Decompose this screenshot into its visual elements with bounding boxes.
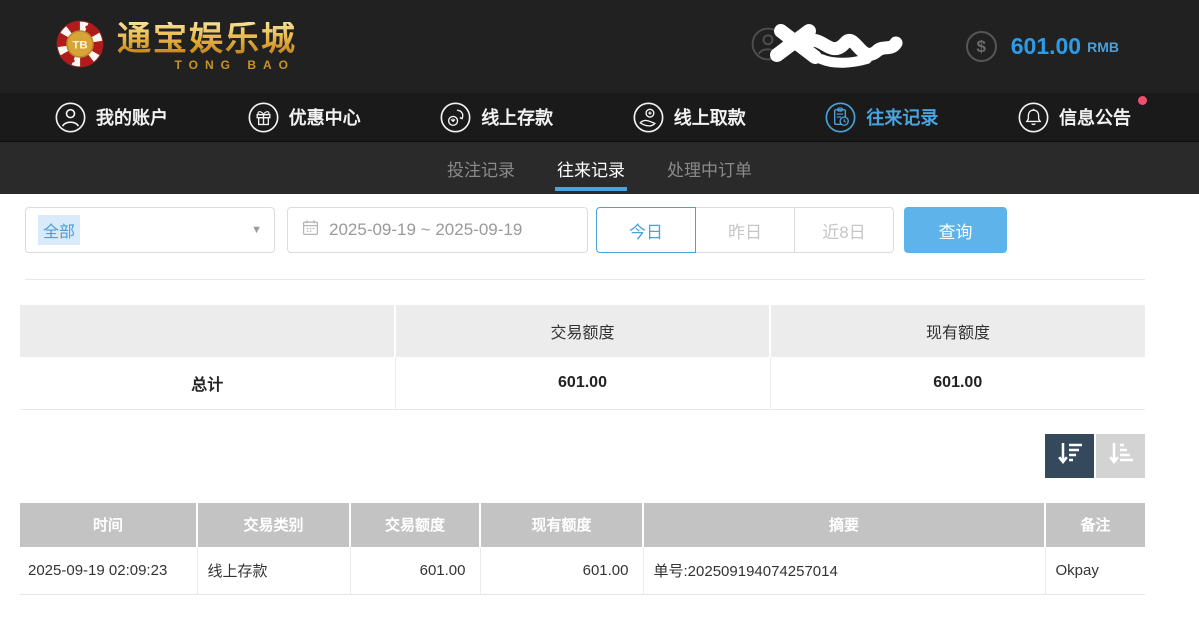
sort-controls	[0, 434, 1145, 478]
withdraw-icon	[633, 102, 664, 133]
nav-item-my-account[interactable]: 我的账户	[55, 102, 168, 133]
nav-item-withdraw[interactable]: 线上取款	[633, 102, 746, 133]
balance-amount[interactable]: 601.00	[1011, 33, 1081, 60]
nav-label: 优惠中心	[289, 104, 361, 130]
poker-chip-icon: TB	[55, 19, 105, 74]
main-nav: 我的账户 优惠中心 线上存款	[0, 93, 1199, 142]
record-time: 2025-09-19 02:09:23	[20, 547, 197, 595]
section-divider	[25, 279, 1145, 280]
notification-dot	[1138, 96, 1147, 105]
sort-descending-icon	[1055, 438, 1085, 473]
records-header-type: 交易类别	[197, 503, 350, 547]
table-row: 2025-09-19 02:09:23 线上存款 601.00 601.00 单…	[20, 547, 1145, 595]
date-range-input[interactable]: 2025-09-19 ~ 2025-09-19	[287, 207, 588, 253]
dollar-icon: $	[966, 31, 997, 62]
gift-icon	[248, 102, 279, 133]
calendar-icon	[302, 219, 319, 241]
search-button[interactable]: 查询	[904, 207, 1007, 253]
records-table: 时间 交易类别 交易额度 现有额度 摘要 备注 2025-09-19 02:09…	[20, 503, 1145, 596]
summary-header-current-amount: 现有额度	[770, 305, 1145, 357]
bell-icon	[1018, 102, 1049, 133]
records-header-remark: 备注	[1045, 503, 1145, 547]
records-header-current-amount: 现有额度	[480, 503, 643, 547]
select-value: 全部	[38, 215, 80, 245]
nav-label: 信息公告	[1059, 104, 1131, 130]
records-header-transaction-amount: 交易额度	[350, 503, 480, 547]
top-header: TB 通宝娱乐城 TONG BAO	[0, 0, 1199, 93]
records-header-time: 时间	[20, 503, 197, 547]
deposit-icon	[440, 102, 471, 133]
svg-text:TB: TB	[72, 40, 87, 52]
summary-transaction-amount: 601.00	[395, 357, 770, 409]
nav-label: 线上存款	[481, 104, 553, 130]
range-today-button[interactable]: 今日	[596, 207, 696, 253]
quick-range-group: 今日 昨日 近8日	[596, 207, 894, 253]
nav-item-deposit[interactable]: 线上存款	[440, 102, 553, 133]
summary-header-transaction-amount: 交易额度	[395, 305, 770, 357]
records-icon	[825, 102, 856, 133]
filter-row: 全部 ▼ 2025-09-19 ~ 2025-09-19 今日 昨日 近8日 查…	[25, 207, 1199, 253]
site-logo[interactable]: TB 通宝娱乐城 TONG BAO	[55, 19, 297, 74]
balance-currency: RMB	[1087, 39, 1119, 55]
tab-transaction-records[interactable]: 往来记录	[557, 142, 625, 194]
tab-betting-records[interactable]: 投注记录	[447, 142, 515, 194]
sub-tabs: 投注记录 往来记录 处理中订单	[0, 142, 1199, 194]
nav-item-announcements[interactable]: 信息公告	[1018, 102, 1131, 133]
summary-table: 交易额度 现有额度 总计 601.00 601.00	[20, 305, 1145, 410]
nav-item-promotions[interactable]: 优惠中心	[248, 102, 361, 133]
tab-pending-orders[interactable]: 处理中订单	[667, 142, 752, 194]
record-transaction-amount: 601.00	[350, 547, 480, 595]
logo-subtitle: TONG BAO	[117, 59, 297, 71]
summary-current-amount: 601.00	[770, 357, 1145, 409]
range-last8days-button[interactable]: 近8日	[794, 207, 894, 253]
logo-title: 通宝娱乐城	[117, 22, 297, 56]
nav-label: 往来记录	[866, 104, 938, 130]
chevron-down-icon: ▼	[251, 224, 262, 236]
range-yesterday-button[interactable]: 昨日	[695, 207, 795, 253]
user-icon	[55, 102, 86, 133]
summary-total-label: 总计	[20, 357, 395, 409]
nav-item-transaction-records[interactable]: 往来记录	[825, 102, 938, 133]
record-remark: Okpay	[1045, 547, 1145, 595]
nav-label: 线上取款	[674, 104, 746, 130]
transaction-type-select[interactable]: 全部 ▼	[25, 207, 275, 253]
records-header-row: 时间 交易类别 交易额度 现有额度 摘要 备注	[20, 503, 1145, 547]
sort-ascending-icon	[1106, 438, 1136, 473]
nav-label: 我的账户	[96, 104, 168, 130]
record-current-amount: 601.00	[480, 547, 643, 595]
redacted-username-scribble	[769, 19, 904, 80]
sort-descending-button[interactable]	[1045, 434, 1094, 478]
user-account-area[interactable]	[751, 17, 966, 77]
summary-header-empty	[20, 305, 395, 357]
record-type: 线上存款	[197, 547, 350, 595]
date-range-value: 2025-09-19 ~ 2025-09-19	[329, 220, 522, 240]
records-header-summary: 摘要	[643, 503, 1045, 547]
record-summary: 单号:202509194074257014	[643, 547, 1045, 595]
sort-ascending-button[interactable]	[1096, 434, 1145, 478]
summary-total-row: 总计 601.00 601.00	[20, 357, 1145, 409]
summary-header-row: 交易额度 现有额度	[20, 305, 1145, 357]
